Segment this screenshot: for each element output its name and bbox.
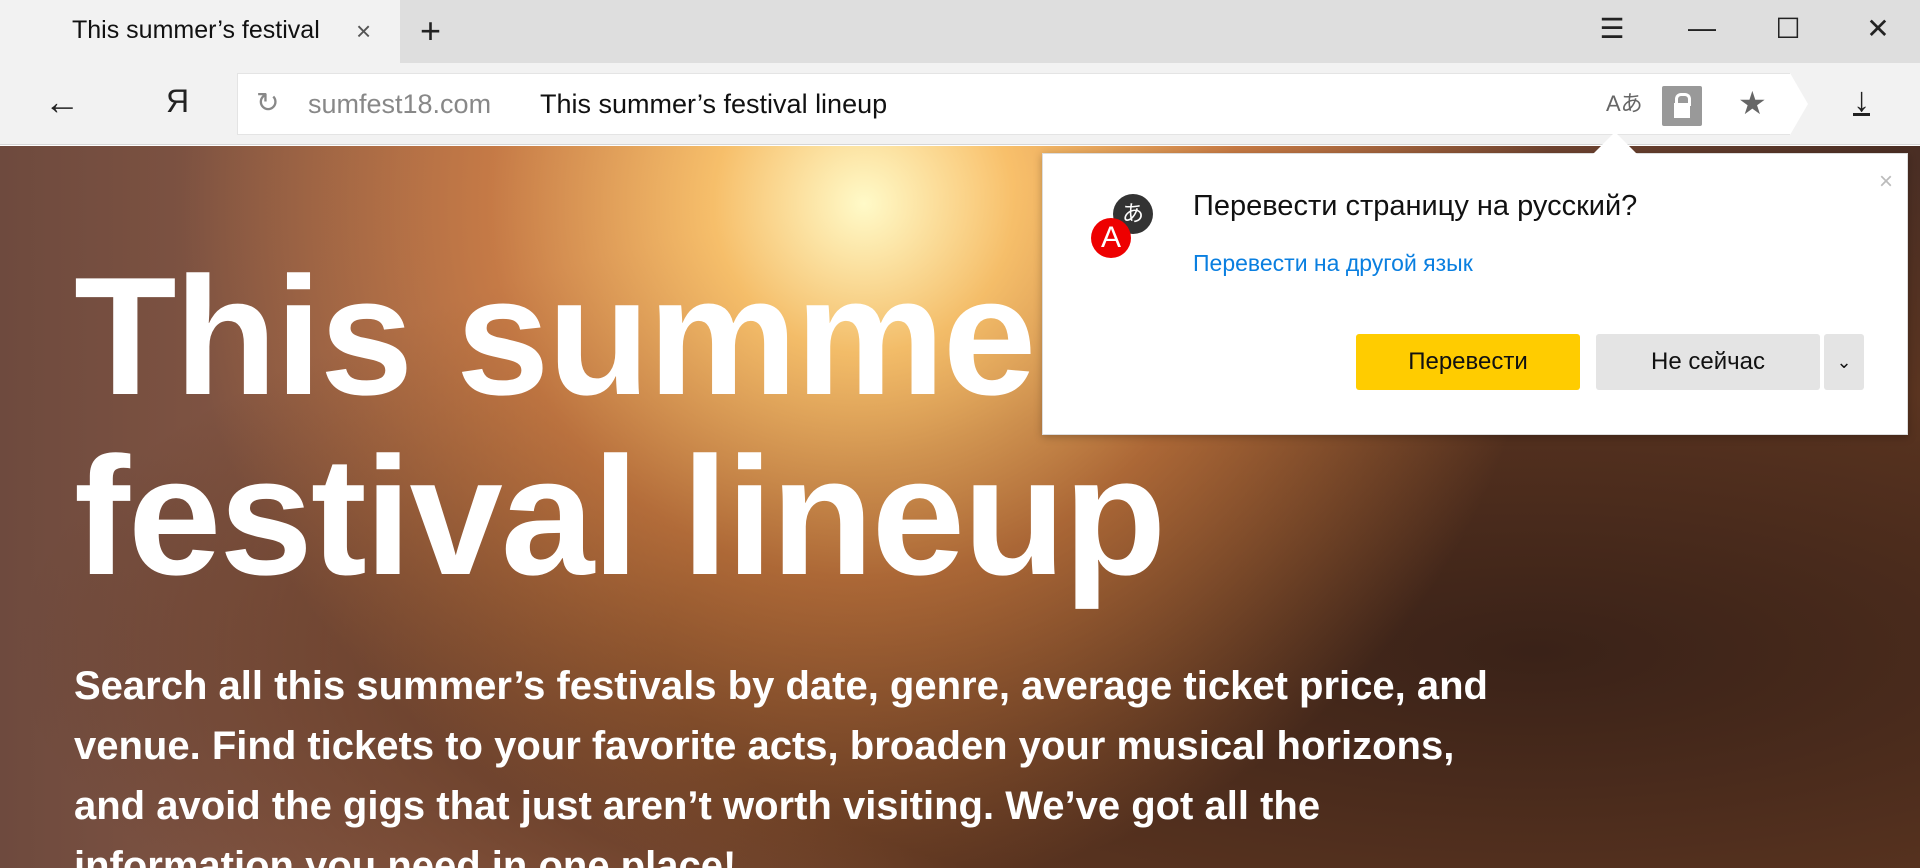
hero-description: Search all this summer’s festivals by da… — [74, 664, 1488, 868]
minimize-button[interactable]: — — [1682, 12, 1722, 44]
new-tab-button[interactable]: + — [420, 10, 441, 52]
close-window-button[interactable]: ✕ — [1858, 12, 1898, 45]
address-bar[interactable]: ↻ sumfest18.com This summer’s festival l… — [237, 73, 1808, 135]
url-domain: sumfest18.com — [308, 89, 492, 119]
popup-title: Перевести страницу на русский? — [1193, 190, 1638, 222]
close-icon[interactable]: × — [1879, 168, 1893, 196]
chevron-down-icon[interactable]: ⌄ — [1824, 334, 1864, 390]
reload-icon[interactable]: ↻ — [256, 86, 279, 119]
translate-icon[interactable]: Aあ — [1606, 86, 1643, 118]
star-icon[interactable]: ★ — [1738, 84, 1767, 122]
url-page-title: This summer’s festival lineup — [540, 89, 888, 119]
tab-bar: This summer’s festival × + ☰ — ☐ ✕ — [0, 0, 1920, 63]
translate-popup: × あ A Перевести страницу на русский? Пер… — [1042, 132, 1908, 435]
not-now-button[interactable]: Не сейчас — [1596, 334, 1820, 390]
tab-close-icon[interactable]: × — [356, 16, 371, 47]
tab-active[interactable]: This summer’s festival × — [0, 0, 400, 63]
maximize-button[interactable]: ☐ — [1768, 12, 1808, 45]
translate-button[interactable]: Перевести — [1356, 334, 1580, 390]
translate-logo-a-icon: A — [1091, 218, 1131, 258]
tab-title: This summer’s festival — [72, 16, 320, 44]
lock-icon[interactable] — [1662, 86, 1702, 126]
download-icon[interactable]: ↓ — [1853, 81, 1870, 120]
other-language-link[interactable]: Перевести на другой язык — [1193, 250, 1473, 277]
back-arrow-icon[interactable]: ← — [44, 81, 80, 123]
menu-icon[interactable]: ☰ — [1592, 12, 1632, 45]
yandex-logo-button[interactable]: Я — [166, 83, 189, 120]
